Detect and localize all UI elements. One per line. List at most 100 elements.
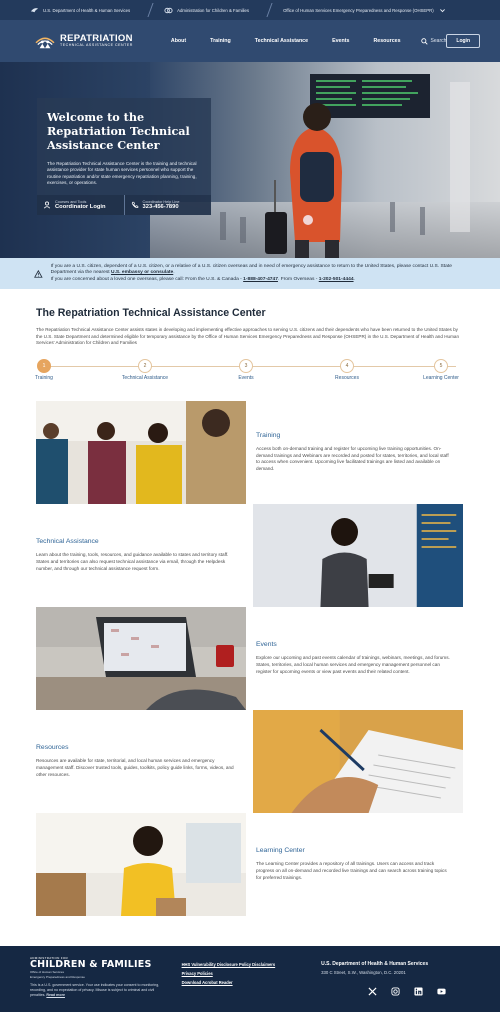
footer-office-line-1: Office of Human Services xyxy=(30,969,64,974)
footer-notice: This is a U.S. government service. Your … xyxy=(30,983,170,998)
warning-icon xyxy=(34,269,43,278)
step-number: 5 xyxy=(434,358,448,373)
intro-title: The Repatriation Technical Assistance Ce… xyxy=(36,307,266,319)
feature-body: Access both on-demand training and regis… xyxy=(256,445,449,472)
step-technical-assistance[interactable]: 2 Technical Assistance xyxy=(115,358,175,382)
step-number: 2 xyxy=(138,358,152,373)
user-icon xyxy=(43,201,51,209)
step-events[interactable]: 3 Events xyxy=(216,358,276,382)
site-logo[interactable]: REPATRIATION TECHNICAL ASSISTANCE CENTER xyxy=(34,32,145,50)
linkedin-icon[interactable] xyxy=(414,987,423,996)
intro-section: The Repatriation Technical Assistance Ce… xyxy=(0,289,500,347)
step-number: 3 xyxy=(239,358,253,373)
gov-banner: U.S. Department of Health & Human Servic… xyxy=(0,0,500,20)
nav-item-resources[interactable]: Resources xyxy=(361,38,412,44)
emergency-alert: If you are a U.S. citizen, dependent of … xyxy=(0,258,500,289)
site-header: REPATRIATION TECHNICAL ASSISTANCE CENTER… xyxy=(0,20,500,62)
overseas-phone-link[interactable]: 1-202-501-4444 xyxy=(319,277,354,282)
feature-title[interactable]: Technical Assistance xyxy=(36,538,243,545)
gov-link-label: U.S. Department of Health & Human Servic… xyxy=(43,7,131,13)
step-label: Training xyxy=(35,374,53,381)
feature-resources: Resources Resources are available for st… xyxy=(0,709,500,813)
acf-icon xyxy=(164,6,173,15)
hero-card: Welcome to the Repatriation Technical As… xyxy=(37,98,211,258)
youtube-icon[interactable] xyxy=(437,987,446,996)
nav-item-training[interactable]: Training xyxy=(198,38,243,44)
hero-description: The Repatriation Technical Assistance Ce… xyxy=(47,161,197,186)
step-training[interactable]: 1 Training xyxy=(14,358,74,382)
features-section: Training Access both on-demand training … xyxy=(0,400,500,916)
repatriation-logo-icon xyxy=(35,37,55,49)
intro-body: The Repatriation Technical Assistance Ce… xyxy=(36,327,460,346)
logo-title: REPATRIATION xyxy=(60,32,133,44)
footer-links: HHS Vulnerability Disclosure Policy Disc… xyxy=(182,956,322,1012)
search-label: Search xyxy=(430,38,447,44)
learning-center-photo xyxy=(36,812,246,916)
coordinator-login-link[interactable]: Courses and Tools Coordinator Login xyxy=(37,194,125,215)
step-label: Technical Assistance xyxy=(121,374,169,381)
instagram-icon[interactable] xyxy=(391,987,400,996)
chevron-down-icon xyxy=(438,6,447,15)
quick-link-value: Coordinator Login xyxy=(55,203,106,210)
footer-office-line-2: Emergency Preparedness and Response xyxy=(30,974,85,979)
hhs-eagle-icon xyxy=(30,6,39,15)
gov-link-hhs[interactable]: U.S. Department of Health & Human Servic… xyxy=(30,6,130,15)
step-number: 4 xyxy=(340,358,354,373)
login-button[interactable]: Login xyxy=(446,34,480,48)
step-resources[interactable]: 4 Resources xyxy=(317,358,377,382)
feature-events: Events Explore our upcoming and past eve… xyxy=(0,606,500,710)
step-label: Resources xyxy=(335,374,359,381)
acf-footer-logo[interactable]: ADMINISTRATION FOR CHILDREN & FAMILIES O… xyxy=(30,956,170,979)
feature-body: Learn about the training, tools, resourc… xyxy=(36,552,229,571)
alert-line-2: If you are concerned about a loved one o… xyxy=(50,276,242,282)
gov-link-label: Administration for Children & Families xyxy=(177,7,250,13)
feature-learning-center: Learning Center The Learning Center prov… xyxy=(0,812,500,916)
social-links xyxy=(368,987,470,996)
events-photo xyxy=(36,606,246,710)
alert-text: If you are a U.S. citizen, dependent of … xyxy=(50,263,452,282)
hero-title: Welcome to the Repatriation Technical As… xyxy=(47,110,190,152)
search-button[interactable]: Search xyxy=(420,37,447,45)
search-icon xyxy=(420,37,428,45)
nav-item-events[interactable]: Events xyxy=(320,38,361,44)
feature-training: Training Access both on-demand training … xyxy=(0,400,500,504)
alert-line-3: From Overseas - xyxy=(280,276,318,282)
footer-link-privacy[interactable]: Privacy Policies xyxy=(182,971,322,976)
feature-title[interactable]: Resources xyxy=(36,744,243,751)
gov-link-acf[interactable]: Administration for Children & Families xyxy=(164,6,249,15)
phone-icon xyxy=(131,201,138,208)
feature-title[interactable]: Training xyxy=(256,432,453,439)
step-label: Learning Center xyxy=(423,374,459,381)
embassy-link[interactable]: U.S. embassy or consulate xyxy=(111,270,173,275)
logo-subtitle: TECHNICAL ASSISTANCE CENTER xyxy=(60,43,133,48)
hero-quick-links: Courses and Tools Coordinator Login Coor… xyxy=(37,194,212,215)
feature-technical-assistance: Technical Assistance Learn about the tra… xyxy=(0,503,500,607)
feature-body: Explore our upcoming and past events cal… xyxy=(256,655,450,674)
nav-item-technical-assistance[interactable]: Technical Assistance xyxy=(243,38,320,44)
feature-title[interactable]: Learning Center xyxy=(256,847,453,854)
gov-link-ohsepr[interactable]: Office of Human Services Emergency Prepa… xyxy=(283,6,447,15)
gov-link-label: Office of Human Services Emergency Prepa… xyxy=(283,7,434,13)
footer-address: 330 C Street, S.W., Washington, D.C. 202… xyxy=(321,969,406,975)
step-label: Events xyxy=(238,374,254,381)
feature-title[interactable]: Events xyxy=(256,641,453,648)
main-nav: About Training Technical Assistance Even… xyxy=(159,38,413,44)
technical-assistance-photo xyxy=(253,503,463,607)
training-photo xyxy=(36,400,246,504)
x-icon[interactable] xyxy=(368,987,377,996)
help-line-link[interactable]: Coordinator Help Line 323-456-7890 xyxy=(125,195,212,215)
footer-agency-name: CHILDREN & FAMILIES xyxy=(30,958,152,970)
step-number: 1 xyxy=(37,358,51,373)
footer-link-acrobat[interactable]: Download Acrobat Reader xyxy=(182,980,322,985)
footer-dept: U.S. Department of Health & Human Servic… xyxy=(321,960,429,967)
us-canada-phone-link[interactable]: 1-888-407-4747 xyxy=(243,277,278,282)
section-stepper: 1 Training 2 Technical Assistance 3 Even… xyxy=(35,358,464,393)
step-learning-center[interactable]: 5 Learning Center xyxy=(411,358,471,382)
footer-link-vulnerability[interactable]: HHS Vulnerability Disclosure Policy Disc… xyxy=(182,962,322,967)
hero-section: Welcome to the Repatriation Technical As… xyxy=(0,62,500,258)
quick-link-value: 323-456-7890 xyxy=(142,203,179,210)
read-more-link[interactable]: Read more xyxy=(46,993,65,997)
feature-body: The Learning Center provides a repositor… xyxy=(256,861,447,880)
nav-item-about[interactable]: About xyxy=(159,38,198,44)
feature-body: Resources are available for state, terri… xyxy=(36,758,234,777)
